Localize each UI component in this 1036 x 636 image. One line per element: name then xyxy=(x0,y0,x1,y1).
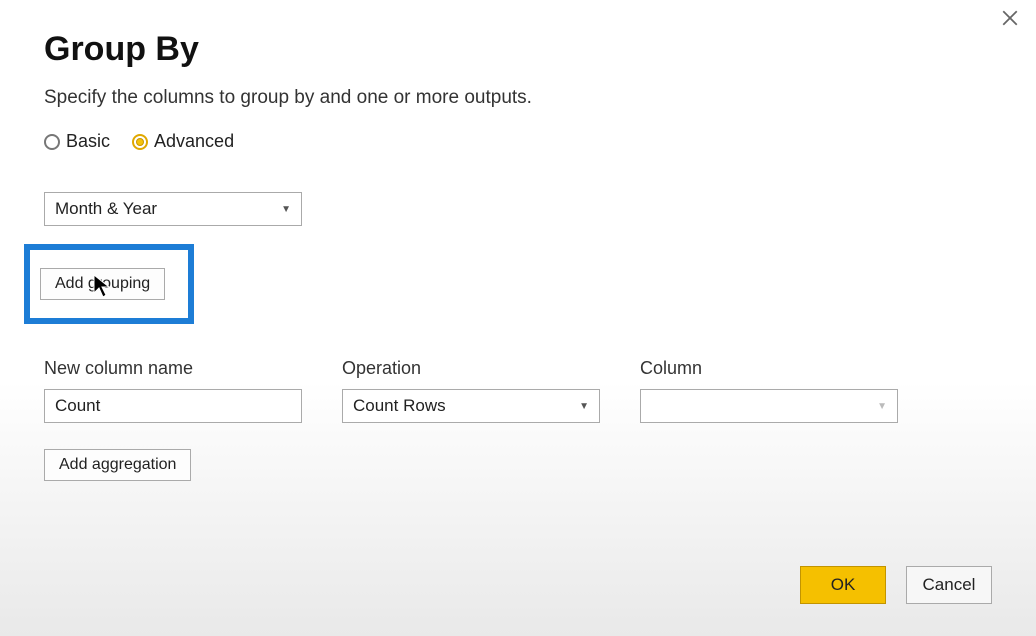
radio-icon-selected xyxy=(132,134,148,150)
operation-value: Count Rows xyxy=(353,396,446,416)
close-icon xyxy=(1001,9,1019,32)
dialog-title: Group By xyxy=(44,30,992,69)
new-column-input[interactable] xyxy=(44,389,302,423)
new-column-label: New column name xyxy=(44,358,302,379)
add-grouping-button[interactable]: Add grouping xyxy=(40,268,165,300)
cancel-label: Cancel xyxy=(923,575,976,594)
add-aggregation-button[interactable]: Add aggregation xyxy=(44,449,191,481)
mode-radio-group: Basic Advanced xyxy=(44,131,992,152)
ok-button[interactable]: OK xyxy=(800,566,886,604)
tutorial-highlight: Add grouping xyxy=(24,244,194,324)
group-by-dialog: Group By Specify the columns to group by… xyxy=(0,0,1036,636)
operation-dropdown[interactable]: Count Rows ▼ xyxy=(342,389,600,423)
grouping-column-value: Month & Year xyxy=(55,199,157,219)
operation-label: Operation xyxy=(342,358,600,379)
ok-label: OK xyxy=(831,575,856,594)
new-column-group: New column name xyxy=(44,358,302,423)
operation-group: Operation Count Rows ▼ xyxy=(342,358,600,423)
radio-basic[interactable]: Basic xyxy=(44,131,110,152)
column-label: Column xyxy=(640,358,898,379)
aggregation-row: New column name Operation Count Rows ▼ C… xyxy=(44,358,992,423)
add-grouping-label: Add grouping xyxy=(55,275,150,293)
close-button[interactable] xyxy=(996,6,1024,34)
radio-advanced-label: Advanced xyxy=(154,131,234,152)
dialog-subtitle: Specify the columns to group by and one … xyxy=(44,87,992,109)
radio-dot-icon xyxy=(136,138,144,146)
grouping-column-dropdown[interactable]: Month & Year ▼ xyxy=(44,192,302,226)
cancel-button[interactable]: Cancel xyxy=(906,566,992,604)
column-dropdown[interactable]: ▼ xyxy=(640,389,898,423)
chevron-down-icon: ▼ xyxy=(579,401,589,412)
radio-basic-label: Basic xyxy=(66,131,110,152)
chevron-down-icon: ▼ xyxy=(281,204,291,215)
chevron-down-icon: ▼ xyxy=(877,401,887,412)
radio-icon xyxy=(44,134,60,150)
radio-advanced[interactable]: Advanced xyxy=(132,131,234,152)
add-aggregation-label: Add aggregation xyxy=(59,456,176,474)
column-group: Column ▼ xyxy=(640,358,898,423)
dialog-footer: OK Cancel xyxy=(800,566,992,604)
